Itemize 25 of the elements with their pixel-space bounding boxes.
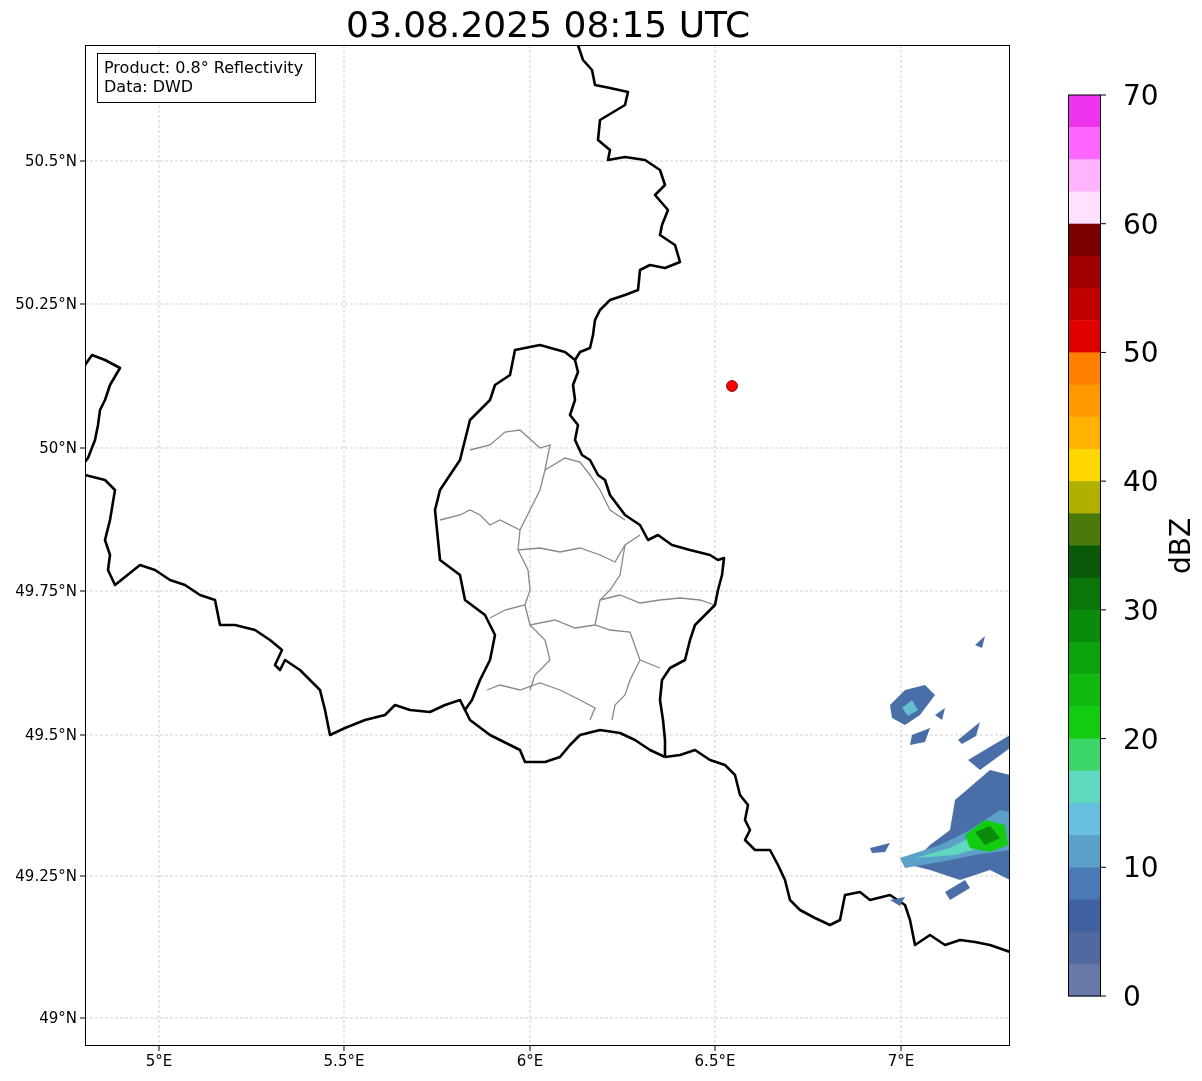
- legend-text: Data: DWD: [104, 77, 194, 96]
- colorbar-tick-label: 10: [1123, 851, 1159, 885]
- colorbar-tick-label: 20: [1123, 722, 1159, 756]
- axis-tick-label: 50°N: [39, 439, 77, 457]
- axis-tick-label: 5.5°E: [323, 1052, 365, 1070]
- axis-tick-label: 49°N: [39, 1009, 77, 1027]
- axis-tick-label: 49.5°N: [24, 726, 77, 744]
- axis-tick-label: 6°E: [516, 1052, 544, 1070]
- axis-tick-label: 49.25°N: [15, 867, 77, 885]
- colorbar-tick-label: 50: [1123, 336, 1159, 370]
- axis-tick-label: 5°E: [145, 1052, 173, 1070]
- colorbar-tick-label: 60: [1123, 207, 1159, 241]
- colorbar-tick-label: 70: [1123, 79, 1159, 112]
- colorbar-tick-label: 40: [1123, 465, 1159, 499]
- legend-text: Product: 0.8° Reflectivity: [104, 58, 304, 77]
- axis-tick-label: 49.75°N: [15, 582, 77, 600]
- axis-tick-label: 50.25°N: [15, 295, 77, 313]
- axis-tick-label: 50.5°N: [24, 152, 77, 170]
- chart-title: 03.08.2025 08:15 UTC: [345, 4, 751, 45]
- axis-tick-label: 6.5°E: [694, 1052, 736, 1070]
- colorbar-tick-label: 0: [1123, 980, 1141, 1013]
- colorbar-label: dBZ: [1164, 517, 1197, 575]
- location-marker: [726, 380, 738, 392]
- colorbar-tick-label: 30: [1123, 593, 1159, 627]
- axis-tick-label: 7°E: [887, 1052, 915, 1070]
